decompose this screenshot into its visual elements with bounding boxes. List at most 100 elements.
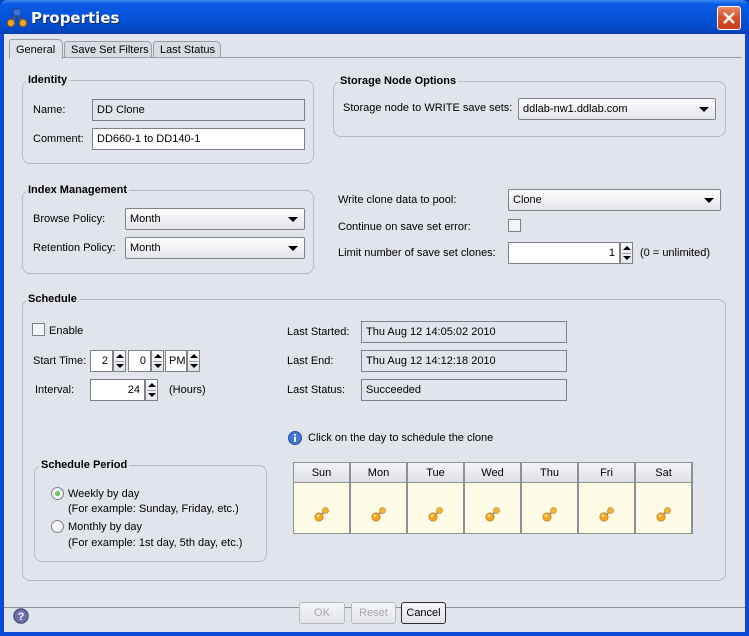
pool-select[interactable]: Clone: [508, 189, 721, 211]
clone-action-icon: [314, 507, 329, 522]
enable-label[interactable]: Enable: [49, 325, 83, 337]
day-header[interactable]: Fri: [579, 463, 635, 483]
spin-up-icon[interactable]: [116, 354, 124, 358]
schedule-title: Schedule: [26, 293, 79, 305]
continue-on-error-checkbox[interactable]: [508, 219, 521, 232]
day-header[interactable]: Thu: [522, 463, 578, 483]
weekly-hint: (For example: Sunday, Friday, etc.): [68, 503, 239, 515]
limit-clones-field[interactable]: 1: [508, 242, 620, 264]
identity-title: Identity: [26, 74, 70, 86]
start-ampm-field[interactable]: PM: [165, 350, 187, 372]
day-header[interactable]: Sun: [294, 463, 350, 483]
weekly-label[interactable]: Weekly by day: [68, 488, 139, 500]
start-hour-field[interactable]: 2: [90, 350, 113, 372]
close-button[interactable]: [717, 6, 741, 30]
spin-up-icon[interactable]: [148, 383, 156, 387]
clone-action-icon: [485, 507, 500, 522]
start-time-label: Start Time:: [33, 355, 87, 367]
interval-label: Interval:: [35, 384, 75, 396]
retention-policy-select[interactable]: Month: [125, 237, 305, 259]
interval-unit: (Hours): [169, 384, 206, 396]
properties-window: Properties General Save Set Filters Last…: [0, 0, 749, 636]
spin-up-icon[interactable]: [154, 354, 162, 358]
day-column-fri[interactable]: Fri: [579, 463, 635, 533]
limit-clones-hint: (0 = unlimited): [640, 247, 711, 259]
pool-value: Clone: [513, 194, 542, 206]
network-nodes-icon: [7, 8, 27, 27]
day-cell[interactable]: [294, 483, 350, 533]
tab-save-set-filters[interactable]: Save Set Filters: [64, 41, 152, 58]
limit-clones-spinner[interactable]: [620, 242, 633, 264]
spin-down-icon[interactable]: [148, 393, 156, 397]
ok-button[interactable]: OK: [299, 602, 345, 624]
schedule-period-title: Schedule Period: [39, 459, 130, 471]
clone-action-icon: [428, 507, 443, 522]
spin-down-icon[interactable]: [154, 364, 162, 368]
day-header[interactable]: Wed: [465, 463, 521, 483]
name-label: Name:: [33, 104, 66, 116]
enable-checkbox[interactable]: [32, 323, 45, 336]
title-bar[interactable]: Properties: [0, 0, 749, 34]
day-column-mon[interactable]: Mon: [351, 463, 407, 533]
index-management-title: Index Management: [26, 184, 130, 196]
day-column-sun[interactable]: Sun: [294, 463, 350, 533]
monthly-radio[interactable]: [51, 520, 64, 533]
storage-node-label: Storage node to WRITE save sets:: [343, 102, 513, 114]
spin-down-icon[interactable]: [116, 364, 124, 368]
tab-last-status[interactable]: Last Status: [153, 41, 221, 58]
clone-action-icon: [371, 507, 386, 522]
monthly-label[interactable]: Monthly by day: [68, 521, 142, 533]
day-column-sat[interactable]: Sat: [636, 463, 692, 533]
cancel-button[interactable]: Cancel: [401, 602, 446, 624]
spin-up-icon[interactable]: [623, 246, 631, 250]
comment-field[interactable]: DD660-1 to DD140-1: [92, 128, 305, 150]
spin-down-icon[interactable]: [623, 256, 631, 260]
tab-label: Last Status: [160, 44, 216, 56]
retention-policy-value: Month: [130, 242, 161, 254]
svg-text:?: ?: [18, 611, 25, 623]
day-header[interactable]: Mon: [351, 463, 407, 483]
start-minute-field[interactable]: 0: [128, 350, 151, 372]
start-minute-spinner[interactable]: [151, 350, 164, 372]
storage-node-select[interactable]: ddlab-nw1.ddlab.com: [518, 98, 716, 120]
help-icon[interactable]: ?: [13, 608, 29, 624]
monthly-hint: (For example: 1st day, 5th day, etc.): [68, 537, 243, 549]
browse-policy-value: Month: [130, 213, 161, 225]
day-cell[interactable]: [351, 483, 407, 533]
start-ampm-spinner[interactable]: [187, 350, 200, 372]
start-hour-spinner[interactable]: [113, 350, 126, 372]
last-started-field: Thu Aug 12 14:05:02 2010: [361, 321, 567, 343]
comment-label: Comment:: [33, 133, 84, 145]
day-cell[interactable]: [465, 483, 521, 533]
reset-button[interactable]: Reset: [351, 602, 396, 624]
browse-policy-select[interactable]: Month: [125, 208, 305, 230]
day-cell[interactable]: [579, 483, 635, 533]
day-header[interactable]: Tue: [408, 463, 464, 483]
identity-group: [22, 80, 314, 164]
day-header[interactable]: Sat: [636, 463, 692, 483]
day-column-thu[interactable]: Thu: [522, 463, 578, 533]
interval-spinner[interactable]: [145, 379, 158, 401]
last-status-label: Last Status:: [287, 384, 346, 396]
tab-label: General: [16, 44, 56, 56]
tab-general[interactable]: General: [9, 39, 63, 59]
day-cell[interactable]: [408, 483, 464, 533]
retention-policy-label: Retention Policy:: [33, 242, 116, 254]
spin-down-icon[interactable]: [190, 364, 198, 368]
storage-node-title: Storage Node Options: [338, 75, 459, 87]
weekly-radio[interactable]: [51, 487, 64, 500]
browse-policy-label: Browse Policy:: [33, 213, 106, 225]
continue-on-error-label: Continue on save set error:: [338, 221, 471, 233]
day-column-wed[interactable]: Wed: [465, 463, 521, 533]
tab-label: Save Set Filters: [71, 44, 149, 56]
spin-up-icon[interactable]: [190, 354, 198, 358]
dialog-client: General Save Set Filters Last Status Ide…: [4, 34, 745, 632]
close-icon: [723, 12, 735, 24]
interval-field[interactable]: 24: [90, 379, 145, 401]
day-cell[interactable]: [636, 483, 692, 533]
last-end-field: Thu Aug 12 14:12:18 2010: [361, 350, 567, 372]
window-title: Properties: [31, 9, 120, 27]
day-cell[interactable]: [522, 483, 578, 533]
day-column-tue[interactable]: Tue: [408, 463, 464, 533]
chevron-down-icon: [699, 107, 709, 112]
